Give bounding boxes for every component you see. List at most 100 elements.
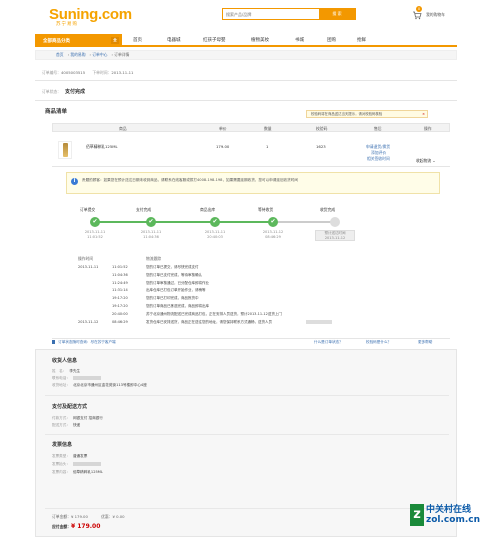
nav-item-baby[interactable]: 红孩子母婴 [203,37,226,43]
invoice-content-label: 发票内容： [52,470,70,474]
progress-step-clock: 20:40:03 [207,234,223,239]
progress-connector [95,221,151,223]
log-time: 08:46:29 [112,319,128,324]
search-button[interactable]: 搜 索 [319,9,355,19]
invoice-section-title: 发票信息 [52,442,73,448]
progress-step-label: 等待收货 [258,207,274,212]
log-time: 19:17:20 [112,296,128,301]
progress-step-clock: 08:46:29 [265,234,281,239]
col-goods: 商品 [119,126,127,131]
collapse-logistics-toggle[interactable]: 收起物流 ⌄ [416,158,436,164]
receiver-phone-label: 联系电话： [52,376,70,380]
invoice-type-label: 发票类型： [52,454,70,458]
phone-icon [52,340,55,344]
breadcrumb-myaccount[interactable]: 我的易购 [70,52,85,57]
progress-step-time: 2013-11-11 20:40:03 [195,230,235,239]
search-box: 搜 索 [222,8,356,20]
progress-step-clock: 11:04:36 [143,234,159,239]
invoice-content-value: 佰草精粹乳125ML [72,470,103,474]
nav-item-books[interactable]: 书城 [295,37,304,43]
divider [52,338,450,339]
cart-link[interactable]: 0 我的购物车 [412,6,452,21]
order-status: 订单状态： 支付完成 [42,88,85,95]
redacted-phone [72,376,101,380]
tip-text: 校验码将在商品送达当天提示，请对校验码核验 [311,112,383,116]
progress-step-label: 收货完成 [320,207,336,212]
nav-item-appliances[interactable]: 电器城 [167,37,181,43]
log-desc: 您的订单审核通过，已分配仓库即将作业 [146,280,209,285]
receiver-section-title: 收货人信息 [52,358,78,364]
site-logo[interactable]: Suning.com 苏宁易购 [49,6,132,26]
info-icon: i [71,178,78,185]
order-status-label: 订单状态： [42,89,61,94]
shipping-method: 配送方式： 快递 [52,423,80,428]
category-label: 全部商品分类 [43,38,70,44]
divider [45,395,449,396]
progress-connector [273,221,335,223]
product-name[interactable]: 佰草精粹乳125ML [86,144,118,150]
log-time: 11:04:36 [112,272,128,277]
invoice-head-label: 发票抬头： [52,462,70,466]
more-help-link[interactable]: 更多帮助 [418,340,432,345]
payable-row: 应付金额：¥ 179.00 [52,523,100,530]
nav-item-flash[interactable]: 抢鲜 [357,37,366,43]
verify-code-help-link[interactable]: 校验码是什么？ [366,340,391,345]
verify-code-tip: 校验码将在商品送达当天提示，请对校验码核验 × [306,110,428,118]
divider [45,434,449,435]
order-number-label: 订单编号： [42,70,61,75]
search-input[interactable] [223,9,319,19]
receiver-name: 姓 名： 李先生 [52,369,80,374]
breadcrumb-home[interactable]: 首页 [56,52,64,57]
order-tools-bar: 订单状态随时查询：尽在苏宁客户端 什么是订单状态？ 校验码是什么？ 更多帮助 [52,340,456,348]
category-menu-button[interactable]: 全部商品分类 全 [35,34,122,47]
order-amount-row: 订单金额：¥ 179.00 优惠：¥ 0.00 [52,514,125,520]
progress-step-label: 支付完成 [136,207,152,212]
log-date: 2013-11-11 [78,265,99,269]
invoice-type-value: 普通发票 [72,454,88,458]
receiver-address: 收货地址： 北京北京市通州区金花苑街113号楼即中心4座 [52,383,147,388]
close-icon[interactable]: × [422,111,425,117]
payment-method: 付款方式： 网银支付 招商银行 [52,416,103,421]
order-status-help-link[interactable]: 什么是订单状态？ [314,340,343,345]
redacted-invoice-head [72,462,101,466]
receiver-name-label: 姓 名： [52,369,67,373]
progress-step-time: 2013-11-12 08:46:29 [253,230,293,239]
product-qty: 1 [266,144,269,149]
col-action: 操作 [424,126,432,131]
payment-method-label: 付款方式： [52,416,70,420]
log-desc: 苏宁北京通州物流配送已完成商品打包，正在安排人员送货，预计2013-11-12送… [146,311,282,316]
order-status-value: 支付完成 [64,89,85,95]
progress-connector [151,221,215,223]
app-query-link[interactable]: 订单状态随时查询：尽在苏宁客户端 [58,340,116,344]
check-icon: ✔ [268,217,278,227]
logo-subtext: 苏宁易购 [56,21,78,26]
divider [52,166,450,167]
col-qty: 数量 [264,126,272,131]
invoice-type: 发票类型： 普通发票 [52,454,87,459]
nav-item-home[interactable]: 首页 [133,37,142,43]
order-time-label: 下单时间： [92,70,112,75]
log-time: 11:01:52 [112,265,128,269]
log-desc: 您的订单已打印完成，商品拣货中 [146,296,199,301]
nav-item-groupbuy[interactable]: 团购 [327,37,336,43]
watermark-line2: zol.com.cn [426,515,480,525]
zol-logo-icon: z [410,504,424,526]
order-number: 4005003515 [60,70,86,75]
aftersale-time-link[interactable]: 相关签收时间 [367,156,390,162]
log-desc: 出库仓库已打包订单开始作业，请稍等 [146,288,206,293]
progress-step-time: 预计送达时间 2013-11-12 [315,230,355,241]
invoice-head: 发票抬头： [52,462,101,467]
log-desc: 您的订单已提交，请尽快完成支付 [146,265,199,269]
product-image[interactable] [58,141,72,159]
check-icon: ✔ [210,217,220,227]
divider [35,80,457,81]
shipping-method-value: 快递 [72,423,81,427]
product-price: 179.00 [216,144,230,149]
col-code: 校验码 [316,126,328,131]
nav-item-beauty[interactable]: 植物美妆 [251,37,269,43]
goods-table-header: 商品 单价 数量 校验码 售后 操作 [52,123,450,132]
breadcrumb-orders[interactable]: 订单中心 [92,52,107,57]
log-head-desc: 物流跟踪 [146,256,162,261]
progress-step-label: 订单提交 [80,207,96,212]
divider [45,508,449,509]
